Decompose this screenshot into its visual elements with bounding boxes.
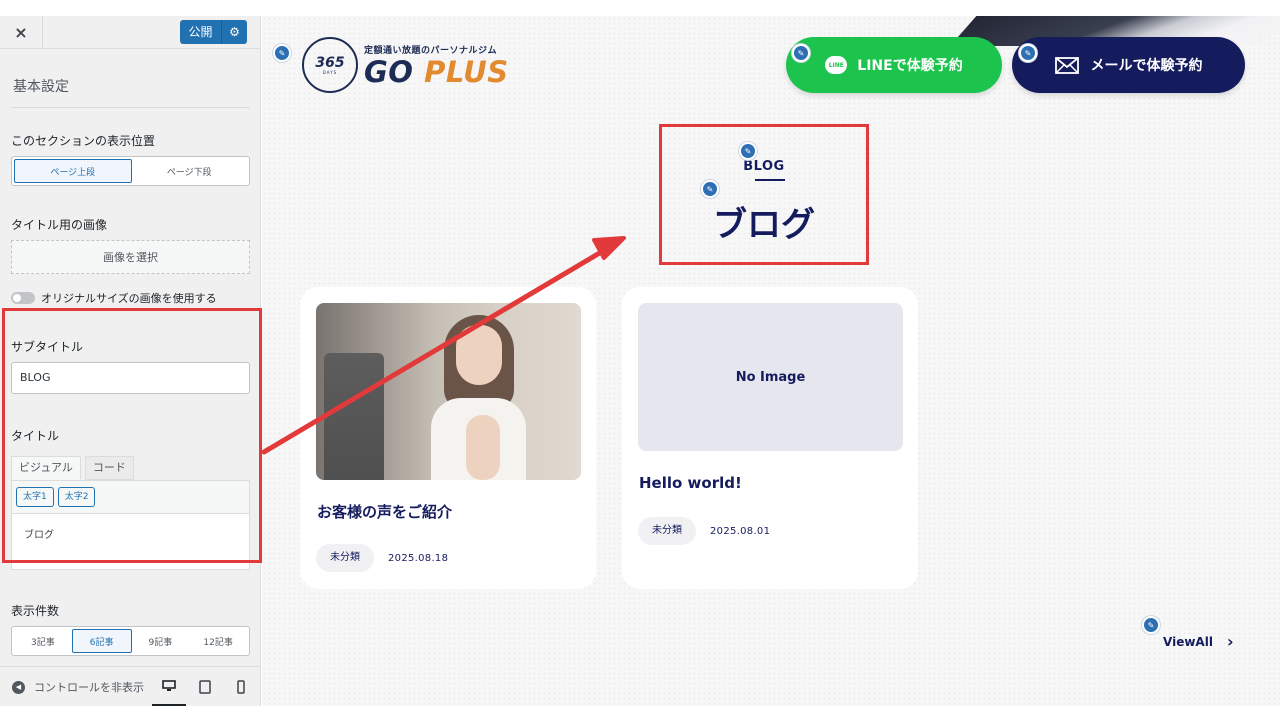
original-size-toggle-row: オリジナルサイズの画像を使用する: [11, 290, 217, 306]
post-date: 2025.08.18: [388, 552, 449, 564]
count-option-6[interactable]: 6記事: [71, 629, 132, 653]
blog-card[interactable]: No Image Hello world! 未分類 2025.08.01: [622, 287, 918, 589]
line-icon: LINE: [825, 56, 848, 74]
section-subtitle: BLOG: [743, 159, 785, 174]
mobile-icon[interactable]: [224, 667, 258, 706]
line-reservation-label: LINEで体験予約: [857, 58, 963, 74]
customizer-sidebar: × 公開 ⚙ 基本設定 このセクションの表示位置 ページ上段 ページ下段 タイト…: [0, 16, 261, 706]
category-badge[interactable]: 未分類: [316, 544, 374, 572]
publish-button[interactable]: 公開 ⚙: [180, 20, 247, 44]
position-selector: ページ上段 ページ下段: [11, 156, 250, 186]
count-option-12[interactable]: 12記事: [189, 629, 247, 653]
position-option-top[interactable]: ページ上段: [14, 159, 132, 183]
count-option-9[interactable]: 9記事: [132, 629, 190, 653]
view-all-label: ViewAll: [1163, 634, 1213, 649]
post-meta: 未分類 2025.08.18: [316, 544, 448, 572]
post-date: 2025.08.01: [710, 525, 771, 537]
subtitle-underline: [755, 179, 785, 181]
title-editor[interactable]: ブログ: [11, 514, 250, 570]
tab-visual[interactable]: ビジュアル: [11, 456, 81, 480]
divider: [11, 107, 250, 108]
site-logo[interactable]: 365 DAYS 定額通い放題のパーソナルジム GO PLUS: [302, 37, 509, 93]
position-label: このセクションの表示位置: [11, 134, 156, 148]
editor-tabs: ビジュアル コード: [11, 456, 138, 480]
logo-brand-plus: PLUS: [424, 54, 509, 89]
mail-icon: [1054, 56, 1079, 74]
bold1-button[interactable]: 太字1: [16, 487, 54, 507]
post-title[interactable]: お客様の声をご紹介: [317, 501, 452, 522]
blog-card[interactable]: お客様の声をご紹介 未分類 2025.08.18: [300, 287, 596, 589]
chevron-right-icon: ›: [1226, 632, 1234, 651]
tab-code[interactable]: コード: [84, 456, 134, 480]
sidebar-footer: ◀ コントロールを非表示: [0, 666, 260, 706]
post-thumbnail[interactable]: No Image: [638, 303, 903, 451]
position-option-bottom[interactable]: ページ下段: [132, 159, 248, 183]
close-icon[interactable]: ×: [0, 16, 43, 49]
original-size-toggle[interactable]: [11, 292, 35, 304]
sidebar-header: × 公開 ⚙: [0, 16, 260, 49]
section-title: 基本設定: [13, 79, 69, 95]
tablet-icon[interactable]: [188, 667, 222, 706]
post-thumbnail[interactable]: [316, 303, 581, 480]
logo-text: 定額通い放題のパーソナルジム GO PLUS: [364, 43, 509, 88]
edit-pencil-icon[interactable]: ✎: [739, 142, 757, 160]
title-image-label: タイトル用の画像: [11, 218, 108, 232]
edit-pencil-icon[interactable]: ✎: [701, 180, 719, 198]
view-all-link[interactable]: ViewAll ›: [1163, 632, 1234, 651]
publish-label[interactable]: 公開: [180, 20, 222, 44]
collapse-label: コントロールを非表示: [34, 681, 144, 694]
mail-reservation-button[interactable]: メールで体験予約: [1012, 37, 1245, 93]
line-reservation-button[interactable]: LINE LINEで体験予約: [786, 37, 1002, 93]
edit-pencil-icon[interactable]: ✎: [273, 44, 291, 62]
post-meta: 未分類 2025.08.01: [638, 517, 770, 545]
bold2-button[interactable]: 太字2: [57, 487, 96, 507]
subtitle-label: サブタイトル: [11, 340, 84, 354]
site-preview: ✎ 365 DAYS 定額通い放題のパーソナルジム GO PLUS LINE L…: [262, 16, 1280, 706]
collapse-controls-button[interactable]: ◀ コントロールを非表示: [12, 679, 144, 695]
original-size-label: オリジナルサイズの画像を使用する: [41, 292, 217, 305]
section-title-heading: ブログ: [713, 205, 815, 245]
edit-pencil-icon[interactable]: ✎: [792, 44, 810, 62]
category-badge[interactable]: 未分類: [638, 517, 696, 545]
logo-brand-go: GO: [364, 54, 414, 89]
no-image-placeholder: No Image: [638, 303, 903, 451]
logo-badge-days: DAYS: [322, 69, 338, 75]
logo-brand: GO PLUS: [364, 56, 509, 88]
edit-pencil-icon[interactable]: ✎: [1142, 616, 1160, 634]
desktop-icon[interactable]: [152, 667, 186, 706]
gear-icon[interactable]: ⚙: [222, 25, 247, 39]
logo-badge: 365 DAYS: [302, 37, 358, 93]
select-image-button[interactable]: 画像を選択: [11, 240, 250, 274]
edit-pencil-icon[interactable]: ✎: [1019, 44, 1037, 62]
count-option-3[interactable]: 3記事: [14, 629, 72, 653]
annotation-box-heading: BLOG ブログ: [659, 124, 869, 265]
editor-toolbar: 太字1 太字2: [11, 480, 250, 514]
subtitle-input[interactable]: BLOG: [11, 362, 250, 394]
count-label: 表示件数: [11, 604, 60, 618]
count-selector: 3記事 6記事 9記事 12記事: [11, 626, 250, 656]
logo-badge-number: 365: [315, 54, 345, 71]
mail-reservation-label: メールで体験予約: [1090, 58, 1203, 74]
post-title[interactable]: Hello world!: [639, 474, 742, 492]
collapse-icon[interactable]: ◀: [12, 680, 25, 694]
title-label: タイトル: [11, 429, 60, 443]
woman-photo: [316, 303, 581, 480]
